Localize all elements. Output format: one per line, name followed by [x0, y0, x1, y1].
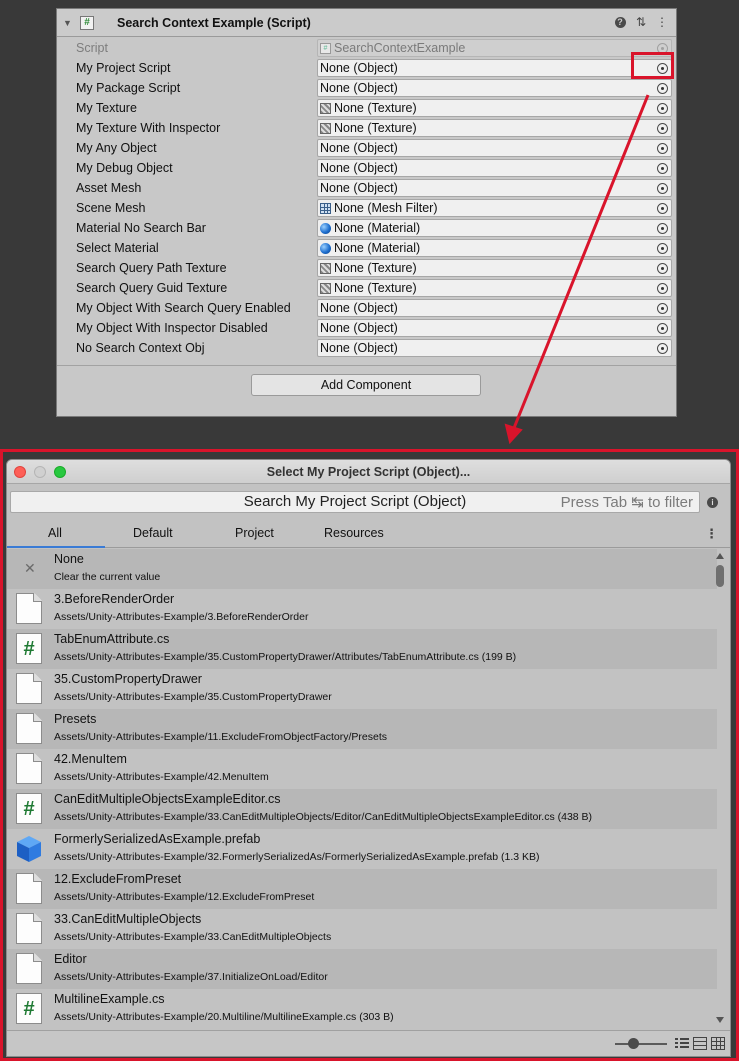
- prefab-icon: [17, 836, 41, 862]
- close-icon: ✕: [24, 560, 36, 576]
- folder-file-icon: [16, 713, 42, 744]
- folder-file-icon: [16, 913, 42, 944]
- active-tab-indicator: [7, 546, 105, 548]
- details-view-icon[interactable]: [693, 1037, 707, 1050]
- result-path: Assets/Unity-Attributes-Example/35.Custo…: [54, 691, 332, 703]
- csharp-script-icon: #: [16, 633, 42, 664]
- results-scrollbar[interactable]: [715, 549, 725, 1029]
- result-path: Assets/Unity-Attributes-Example/11.Exclu…: [54, 731, 388, 743]
- result-item[interactable]: 33.CanEditMultipleObjects Assets/Unity-At…: [7, 909, 717, 949]
- result-name: Presets: [54, 712, 97, 726]
- item-size-slider[interactable]: [615, 1043, 667, 1045]
- result-item[interactable]: ✕ None Clear the current value: [7, 549, 717, 589]
- result-path: Assets/Unity-Attributes-Example/33.CanEd…: [54, 811, 593, 823]
- tab-resources[interactable]: Resources: [324, 526, 384, 540]
- folder-file-icon: [16, 873, 42, 904]
- grid-view-icon[interactable]: [711, 1037, 725, 1050]
- result-name: 42.MenuItem: [54, 752, 127, 766]
- list-view-icon[interactable]: [675, 1037, 689, 1050]
- result-path: Clear the current value: [54, 571, 161, 583]
- provider-tabs: All Default Project Resources ⋮: [7, 520, 730, 548]
- folder-file-icon: [16, 953, 42, 984]
- result-name: None: [54, 552, 84, 566]
- result-item[interactable]: 35.CustomPropertyDrawer Assets/Unity-Attr…: [7, 669, 717, 709]
- result-path: Assets/Unity-Attributes-Example/3.Before…: [54, 611, 309, 623]
- scroll-up-icon[interactable]: [716, 553, 724, 559]
- result-path: Assets/Unity-Attributes-Example/37.Initi…: [54, 971, 328, 983]
- item-size-slider-thumb[interactable]: [628, 1038, 639, 1049]
- result-item[interactable]: Presets Assets/Unity-Attributes-Example/1…: [7, 709, 717, 749]
- result-item[interactable]: Editor Assets/Unity-Attributes-Example/37…: [7, 949, 717, 989]
- search-input[interactable]: Search My Project Script (Object) Press …: [10, 491, 700, 513]
- folder-file-icon: [16, 673, 42, 704]
- folder-file-icon: [16, 593, 42, 624]
- result-item[interactable]: FormerlySerializedAsExample.prefab Assets…: [7, 829, 717, 869]
- folder-file-icon: [16, 753, 42, 784]
- result-item[interactable]: 42.MenuItem Assets/Unity-Attributes-Examp…: [7, 749, 717, 789]
- result-path: Assets/Unity-Attributes-Example/33.CanEd…: [54, 931, 332, 943]
- tab-project[interactable]: Project: [235, 526, 274, 540]
- result-name: CanEditMultipleObjectsExampleEditor.cs: [54, 792, 281, 806]
- window-title: Select My Project Script (Object)...: [266, 465, 471, 479]
- result-item[interactable]: 3.BeforeRenderOrder Assets/Unity-Attribut…: [7, 589, 717, 629]
- result-path: Assets/Unity-Attributes-Example/32.Forme…: [54, 851, 540, 863]
- more-options-icon[interactable]: ⋮: [705, 526, 718, 542]
- info-icon[interactable]: i: [707, 497, 718, 508]
- result-name: 3.BeforeRenderOrder: [54, 592, 175, 606]
- search-hint: Press Tab ↹ to filter: [560, 494, 693, 511]
- result-name: Editor: [54, 952, 87, 966]
- scroll-down-icon[interactable]: [716, 1017, 724, 1023]
- result-path: Assets/Unity-Attributes-Example/35.Custo…: [54, 651, 517, 663]
- status-bar: [7, 1030, 730, 1056]
- result-path: Assets/Unity-Attributes-Example/20.Multi…: [54, 1011, 394, 1023]
- csharp-script-icon: #: [16, 993, 42, 1024]
- result-name: 12.ExcludeFromPreset: [54, 872, 182, 886]
- result-name: FormerlySerializedAsExample.prefab: [54, 832, 261, 846]
- title-bar: Select My Project Script (Object)...: [7, 460, 730, 484]
- result-name: MultilineExample.cs: [54, 992, 165, 1006]
- result-path: Assets/Unity-Attributes-Example/42.MenuI…: [54, 771, 269, 783]
- result-item[interactable]: 12.ExcludeFromPreset Assets/Unity-Attribu…: [7, 869, 717, 909]
- scroll-thumb[interactable]: [716, 565, 724, 587]
- result-item[interactable]: # TabEnumAttribute.cs Assets/Unity-Attribu…: [7, 629, 717, 669]
- result-path: Assets/Unity-Attributes-Example/12.Exclu…: [54, 891, 315, 903]
- result-name: TabEnumAttribute.cs: [54, 632, 170, 646]
- tab-default[interactable]: Default: [133, 526, 173, 540]
- result-name: 33.CanEditMultipleObjects: [54, 912, 202, 926]
- result-item[interactable]: # CanEditMultipleObjectsExampleEditor.cs A…: [7, 789, 717, 829]
- result-name: 35.CustomPropertyDrawer: [54, 672, 202, 686]
- annotation-arrow: [504, 94, 650, 445]
- result-item[interactable]: # MultilineExample.cs Assets/Unity-Attribu…: [7, 989, 717, 1029]
- object-picker-window: Select My Project Script (Object)... Sea…: [6, 459, 731, 1057]
- csharp-script-icon: #: [16, 793, 42, 824]
- results-list: ✕ None Clear the current value 3.BeforeRend…: [7, 549, 717, 1029]
- tab-all[interactable]: All: [48, 526, 62, 540]
